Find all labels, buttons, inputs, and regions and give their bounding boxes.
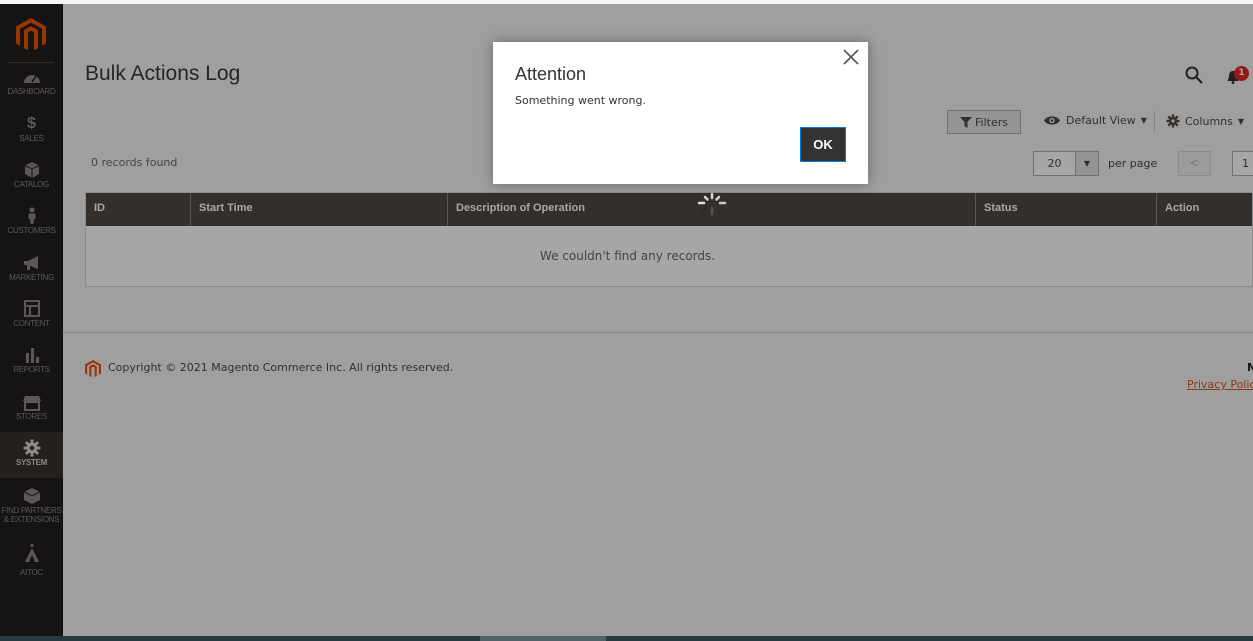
modal-title: Attention [515, 64, 587, 84]
close-icon[interactable] [842, 48, 860, 66]
os-taskbar [0, 636, 1253, 641]
modal-message: Something went wrong. [515, 94, 646, 107]
attention-modal: Attention Something went wrong. OK [493, 42, 868, 184]
ok-button[interactable]: OK [800, 127, 846, 162]
loading-spinner-icon [697, 192, 727, 216]
taskbar-active-item[interactable] [480, 636, 606, 641]
